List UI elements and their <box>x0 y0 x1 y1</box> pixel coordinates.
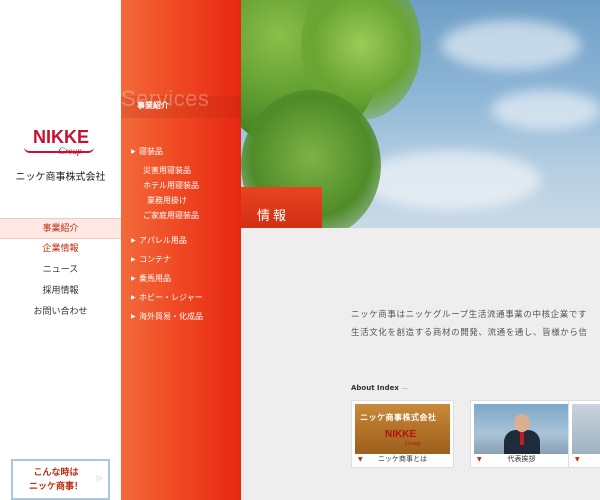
triangle-right-icon: ▶ <box>131 256 136 263</box>
services-subitem-business-blankets[interactable]: 業務用掛け <box>131 193 239 208</box>
services-menu-panel: Services 事業紹介 ▶ 寝装品 災害用寝装品 ホテル用寝装品 業務用掛け … <box>121 0 241 500</box>
services-item-label: 寝装品 <box>139 147 163 156</box>
person-silhouette <box>504 412 540 454</box>
intro-line-2: 生活文化を創造する商材の開発、流通を通し、皆様から信 <box>351 328 588 338</box>
services-subitem-hotel-bedding[interactable]: ホテル用寝装品 <box>131 178 239 193</box>
logo-swoosh <box>24 147 94 153</box>
nav-item-contact[interactable]: お問い合わせ <box>0 302 121 323</box>
services-subitem-disaster-bedding[interactable]: 災害用寝装品 <box>131 163 239 178</box>
main-content: ニッケ商事はニッケグループ生活流通事業の中核企業です 生活文化を創造する商材の開… <box>241 228 600 500</box>
services-item-bedding[interactable]: ▶ 寝装品 <box>131 146 239 158</box>
triangle-down-icon: ▼ <box>477 456 482 463</box>
card-president-message[interactable]: ▼ 代表挨拶 <box>470 400 573 468</box>
services-item-label: 海外貿易・化成品 <box>139 312 203 321</box>
card-caption: ▼ 代表挨拶 <box>474 454 569 465</box>
triangle-right-icon: ▶ <box>131 294 136 301</box>
faq-banner[interactable]: こんな時は ニッケ商事！ ▷ <box>11 459 110 500</box>
services-item-label: ホビー・レジャー <box>139 293 203 302</box>
left-sidebar: NIKKE Group ニッケ商事株式会社 事業紹介 企業情報 ニュース 採用情… <box>0 0 121 500</box>
president-photo <box>474 404 569 454</box>
triangle-right-icon: ▶ <box>131 313 136 320</box>
services-item-hobby-leisure[interactable]: ▶ ホビー・レジャー <box>131 292 239 304</box>
cloud-shape <box>491 90 600 130</box>
hero-title: 情報 <box>257 209 290 224</box>
services-item-container[interactable]: ▶ コンテナ <box>131 254 239 266</box>
partial-card-image <box>572 404 600 454</box>
faq-banner-line1: こんな時は <box>33 468 79 478</box>
services-item-apparel[interactable]: ▶ アパレル用品 <box>131 235 239 247</box>
card-caption: ▼ ニッケ商事とは <box>355 454 450 465</box>
nikke-group-logo[interactable]: NIKKE Group <box>20 128 102 156</box>
signboard-logo-group: Group <box>405 441 421 447</box>
arrow-right-icon: ▷ <box>96 474 102 482</box>
services-item-label: コンテナ <box>139 255 171 264</box>
about-index-label: About Index <box>351 384 399 392</box>
about-index-heading: About Index — <box>351 384 408 392</box>
cloud-shape <box>441 20 581 70</box>
person-tie <box>520 431 524 445</box>
company-signboard-image: ニッケ商事株式会社 NIKKE Group <box>355 404 450 454</box>
nav-item-news[interactable]: ニュース <box>0 260 121 281</box>
signboard-logo: NIKKE <box>385 429 417 440</box>
services-subitem-home-bedding[interactable]: ご家庭用寝装品 <box>131 208 239 223</box>
company-name: ニッケ商事株式会社 <box>15 172 106 183</box>
triangle-down-icon: ▼ <box>575 456 580 463</box>
person-face <box>514 414 530 432</box>
card-caption: ▼ <box>572 454 600 465</box>
logo-brand: NIKKE <box>32 127 89 147</box>
services-heading: 事業紹介 <box>137 101 169 110</box>
services-menu: ▶ 寝装品 災害用寝装品 ホテル用寝装品 業務用掛け ご家庭用寝装品 ▶ アパレル用… <box>131 146 239 323</box>
triangle-right-icon: ▶ <box>131 148 136 155</box>
nav-item-services[interactable]: 事業紹介 <box>0 218 121 239</box>
nav-item-corporate[interactable]: 企業情報 <box>0 239 121 260</box>
card-about-company[interactable]: ニッケ商事株式会社 NIKKE Group ▼ ニッケ商事とは <box>351 400 454 468</box>
cloud-shape <box>361 150 541 210</box>
card-partial[interactable]: ▼ <box>568 400 600 468</box>
services-item-overseas-trade[interactable]: ▶ 海外貿易・化成品 <box>131 311 239 323</box>
triangle-down-icon: ▼ <box>358 456 363 463</box>
services-item-equestrian[interactable]: ▶ 乗馬用品 <box>131 273 239 285</box>
intro-text: ニッケ商事はニッケグループ生活流通事業の中核企業です 生活文化を創造する商材の開… <box>351 306 600 342</box>
signboard-company-name: ニッケ商事株式会社 <box>360 413 437 422</box>
services-item-label: アパレル用品 <box>139 236 187 245</box>
triangle-right-icon: ▶ <box>131 275 136 282</box>
faq-banner-text: こんな時は ニッケ商事！ <box>13 466 99 494</box>
faq-banner-line2: ニッケ商事！ <box>28 482 83 492</box>
intro-line-1: ニッケ商事はニッケグループ生活流通事業の中核企業です <box>351 310 588 320</box>
card-caption-text: 代表挨拶 <box>507 455 536 463</box>
main-nav: 事業紹介 企業情報 ニュース 採用情報 お問い合わせ <box>0 218 121 323</box>
nav-item-recruit[interactable]: 採用情報 <box>0 281 121 302</box>
card-caption-text: ニッケ商事とは <box>378 455 427 463</box>
triangle-right-icon: ▶ <box>131 237 136 244</box>
about-index-dash: — <box>401 384 409 392</box>
services-item-label: 乗馬用品 <box>139 274 171 283</box>
